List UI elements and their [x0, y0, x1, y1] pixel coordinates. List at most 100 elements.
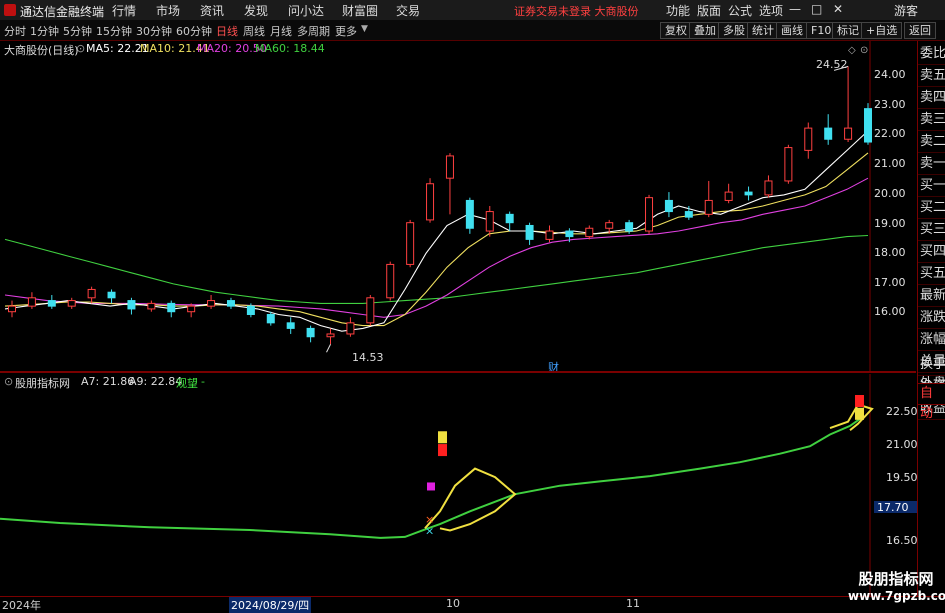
- sidebar-item-buy5[interactable]: 买五: [918, 263, 945, 285]
- period-weekly[interactable]: 周线: [243, 23, 265, 39]
- menu-item-news[interactable]: 资讯: [200, 2, 224, 19]
- candle-down: [744, 191, 753, 196]
- close-window-button[interactable]: ✕: [833, 2, 843, 16]
- add-watchlist-button[interactable]: +自选: [861, 22, 903, 39]
- period-monthly[interactable]: 月线: [270, 23, 292, 39]
- mark-button[interactable]: 标记: [832, 22, 864, 39]
- period-1min[interactable]: 1分钟: [30, 23, 59, 39]
- minimize-button[interactable]: —: [789, 2, 801, 16]
- draw-line-button[interactable]: 画线: [776, 22, 808, 39]
- y-tick: 18.00: [874, 246, 906, 259]
- candle-up: [187, 305, 196, 313]
- guest-button[interactable]: 游客: [894, 2, 918, 19]
- ind-y-tick: 19.50: [886, 471, 918, 484]
- sidebar-item-latest[interactable]: 最新: [918, 285, 945, 307]
- period-15min[interactable]: 15分钟: [96, 23, 132, 39]
- menu-item-layout[interactable]: 版面: [697, 2, 721, 19]
- y-tick: 21.00: [874, 157, 906, 170]
- watermark: 股朋指标网 www.7gpzb.com: [848, 568, 945, 603]
- candle-up: [346, 322, 355, 335]
- ind-y-tick: 16.50: [886, 534, 918, 547]
- app-title: 通达信金融终端: [20, 5, 105, 19]
- indicator-panel[interactable]: ⊙ 股朋指标网 A7: 21.86 A9: 22.84 观望 - × × 22.5…: [0, 374, 919, 596]
- candle-up: [147, 302, 156, 310]
- sidebar-item-buy4[interactable]: 买四: [918, 241, 945, 263]
- kline-chart[interactable]: ◇ ⊙: [0, 41, 916, 371]
- stats-button[interactable]: 统计: [747, 22, 779, 39]
- candle-down: [664, 199, 673, 213]
- sidebar-item-buy2[interactable]: 买二: [918, 197, 945, 219]
- candle-down: [107, 291, 116, 299]
- sidebar-item-weibi[interactable]: 委比: [918, 43, 945, 65]
- more-dropdown-icon[interactable]: ▼: [361, 24, 368, 34]
- candle-up: [207, 300, 216, 307]
- watermark-name: 股朋指标网: [858, 570, 934, 588]
- time-label-oct: 10: [446, 597, 460, 610]
- candle-up: [406, 222, 415, 265]
- candle-down: [684, 211, 693, 218]
- candle-up: [784, 147, 793, 182]
- sidebar-item-sell3[interactable]: 卖三: [918, 109, 945, 131]
- y-tick: 23.00: [874, 98, 906, 111]
- period-timeshare[interactable]: 分时: [4, 23, 26, 39]
- back-button[interactable]: 返回: [904, 22, 936, 39]
- candle-up: [545, 230, 554, 240]
- sidebar-item-buy3[interactable]: 买三: [918, 219, 945, 241]
- multi-stock-button[interactable]: 多股: [718, 22, 750, 39]
- maximize-button[interactable]: □: [811, 2, 822, 16]
- sidebar-item-change[interactable]: 涨跌: [918, 307, 945, 329]
- signal-block-red: [438, 444, 447, 457]
- kline-panel[interactable]: 大商股份(日线) ⊙ MA5: 22.21 MA10: 21.41 MA20: …: [0, 41, 916, 374]
- candle-up: [724, 191, 733, 201]
- y-tick: 17.00: [874, 276, 906, 289]
- period-60min[interactable]: 60分钟: [176, 23, 212, 39]
- y-tick: 20.00: [874, 187, 906, 200]
- candle-down: [286, 322, 295, 329]
- period-5min[interactable]: 5分钟: [63, 23, 92, 39]
- menu-item-wealth[interactable]: 财富圈: [342, 2, 378, 19]
- sidebar-item-sell1[interactable]: 卖一: [918, 153, 945, 175]
- candle-up: [366, 297, 375, 324]
- menu-item-function[interactable]: 功能: [666, 2, 690, 19]
- period-30min[interactable]: 30分钟: [136, 23, 172, 39]
- sidebar-item-turnover[interactable]: 换手: [918, 354, 945, 376]
- candle-down: [824, 127, 833, 140]
- sidebar-item-sell5[interactable]: 卖五: [918, 65, 945, 87]
- sidebar-item-change-pct[interactable]: 涨幅: [918, 329, 945, 351]
- candle-up: [764, 180, 773, 196]
- ind-y-tick: 21.00: [886, 438, 918, 451]
- watermark-url: www.7gpzb.com: [848, 589, 945, 603]
- menu-item-options[interactable]: 选项: [759, 2, 783, 19]
- login-notice[interactable]: 证券交易未登录 大商股份: [514, 3, 639, 19]
- sidebar-tail: 换手: [918, 354, 945, 376]
- auto-button[interactable]: 自动: [918, 383, 945, 421]
- period-more[interactable]: 更多: [335, 23, 357, 39]
- indicator-chart[interactable]: ××: [0, 374, 916, 596]
- panel-divider[interactable]: [0, 371, 916, 373]
- adjust-button[interactable]: 复权: [660, 22, 692, 39]
- menu-item-discover[interactable]: 发现: [244, 2, 268, 19]
- period-toolbar: 分时 1分钟 5分钟 15分钟 30分钟 60分钟 日线 周线 月线 多周期 更…: [0, 20, 945, 41]
- sidebar-item-sell2[interactable]: 卖二: [918, 131, 945, 153]
- menu-item-market[interactable]: 行情: [112, 2, 136, 19]
- price-axis: 24.00 23.00 22.00 21.00 20.00 19.00 18.0…: [870, 57, 916, 367]
- menu-item-formula[interactable]: 公式: [728, 2, 752, 19]
- overlay-button[interactable]: 叠加: [689, 22, 721, 39]
- candle-up: [605, 222, 614, 229]
- period-multi[interactable]: 多周期: [297, 23, 330, 39]
- signal-block-magenta: [427, 482, 435, 491]
- menu-item-markets[interactable]: 市场: [156, 2, 180, 19]
- low-arrow: [326, 344, 331, 353]
- menu-item-wenxiaoda[interactable]: 问小达: [288, 2, 324, 19]
- sidebar-item-buy1[interactable]: 买一: [918, 175, 945, 197]
- candle-up: [326, 333, 335, 338]
- y-tick: 24.00: [874, 68, 906, 81]
- menu-item-trade[interactable]: 交易: [396, 2, 420, 19]
- period-daily[interactable]: 日线: [216, 23, 238, 39]
- candle-down: [306, 327, 315, 338]
- sidebar-item-sell4[interactable]: 卖四: [918, 87, 945, 109]
- candle-down: [465, 199, 474, 229]
- candle-up: [8, 305, 16, 313]
- zoom-icon: ⊙: [860, 45, 868, 56]
- candle-up: [445, 155, 454, 179]
